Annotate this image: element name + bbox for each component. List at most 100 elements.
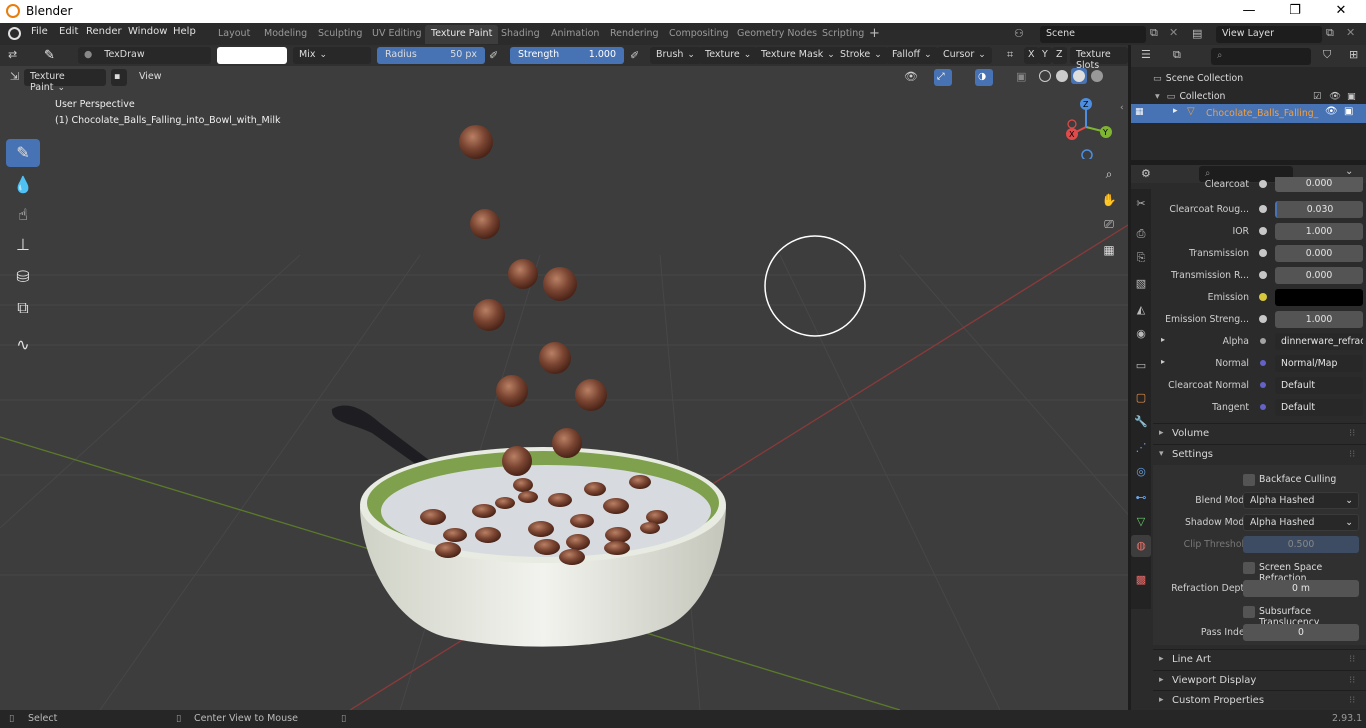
symmetry-icon[interactable]: ⌗ — [1007, 48, 1013, 62]
brush-color-swatch[interactable] — [217, 47, 287, 64]
settings-panel-header[interactable]: ▾ Settings ⁝⁝ — [1153, 444, 1366, 465]
filter-icon[interactable]: ⛉ — [1323, 48, 1331, 62]
ior-field[interactable]: 1.000 — [1275, 223, 1363, 240]
brush-selector[interactable]: ● TexDraw — [78, 47, 211, 64]
render-tab-icon[interactable]: ⎙ — [1131, 223, 1151, 245]
viewport-display-drag-handle-icon[interactable]: ⁝⁝ — [1349, 675, 1355, 686]
new-collection-icon[interactable]: ⊞ — [1349, 48, 1358, 61]
menu-file[interactable]: File — [31, 26, 48, 37]
screen-space-refraction-checkbox[interactable] — [1243, 562, 1255, 574]
collection-expand-icon[interactable]: ▾ — [1155, 91, 1160, 102]
brush-icon[interactable]: ✎ — [44, 48, 55, 63]
properties-editor-type-icon[interactable]: ⚙ — [1141, 167, 1151, 180]
clearcoat-normal-field[interactable]: Default — [1275, 377, 1363, 394]
volume-panel-header[interactable]: ▸ Volume ⁝⁝ — [1153, 423, 1366, 444]
clip-threshold-slider[interactable]: 0.500 — [1243, 536, 1359, 553]
menu-edit[interactable]: Edit — [59, 26, 78, 37]
object-visibility-icon[interactable]: 👁 — [1325, 106, 1338, 117]
output-tab-icon[interactable]: ⎘ — [1131, 247, 1151, 269]
view-layer-icon[interactable]: ▤ — [1192, 27, 1202, 40]
collection-tab-icon[interactable]: ▭ — [1131, 355, 1151, 377]
soften-tool-icon[interactable]: 💧 — [6, 171, 40, 199]
vector-socket-dot[interactable] — [1260, 404, 1266, 410]
alpha-link-field[interactable]: dinnerware_refracti... — [1275, 333, 1363, 350]
blend-mode-dropdown[interactable]: Alpha Hashed ⌄ — [1243, 492, 1359, 509]
texture-dropdown[interactable]: Texture — [699, 47, 758, 64]
3d-viewport[interactable]: ⇄ ✎ ● TexDraw Mix Radius 50 px ✐ Strength… — [0, 45, 1128, 710]
object-expand-icon[interactable]: ▸ — [1173, 106, 1178, 116]
line-art-panel-header[interactable]: ▸ Line Art ⁝⁝ — [1153, 649, 1366, 670]
strength-pressure-icon[interactable]: ✐ — [630, 49, 639, 62]
texture-slots-button[interactable]: Texture Slots — [1070, 47, 1128, 71]
draw-tool-icon[interactable]: ✎ — [6, 139, 40, 167]
tab-scripting[interactable]: Scripting — [816, 25, 870, 44]
falloff-dropdown[interactable]: Falloff — [886, 47, 938, 64]
custom-properties-panel-header[interactable]: ▸ Custom Properties ⁝⁝ — [1153, 690, 1366, 711]
tab-rendering[interactable]: Rendering — [604, 25, 665, 44]
viewport-editor-type-icon[interactable]: ⇲ — [10, 70, 19, 83]
physics-tab-icon[interactable]: ◎ — [1131, 461, 1151, 483]
scene-selector[interactable]: Scene — [1040, 26, 1146, 43]
emission-color-swatch[interactable] — [1275, 289, 1363, 306]
custom-properties-drag-handle-icon[interactable]: ⁝⁝ — [1349, 695, 1355, 706]
line-art-drag-handle-icon[interactable]: ⁝⁝ — [1349, 654, 1355, 665]
object-tab-icon[interactable]: ▢ — [1131, 387, 1151, 409]
cursor-dropdown[interactable]: Cursor — [937, 47, 992, 64]
transmission-field[interactable]: 0.000 — [1275, 245, 1363, 262]
properties-options-icon[interactable]: ⌄ — [1345, 166, 1353, 177]
object-row[interactable]: ▦ ▸ ▽ Chocolate_Balls_Falling_ 👁 ▣ — [1131, 104, 1366, 123]
menu-render[interactable]: Render — [86, 26, 122, 37]
link-socket-dot[interactable] — [1260, 338, 1266, 344]
brush-dropdown[interactable]: Brush — [650, 47, 701, 64]
socket-dot[interactable] — [1259, 180, 1267, 188]
backface-culling-checkbox[interactable] — [1243, 474, 1255, 486]
vector-socket-dot[interactable] — [1260, 382, 1266, 388]
settings-drag-handle-icon[interactable]: ⁝⁝ — [1349, 449, 1355, 460]
socket-dot[interactable] — [1259, 249, 1267, 257]
radius-pressure-icon[interactable]: ✐ — [489, 49, 498, 62]
blend-mode-dropdown[interactable]: Mix — [293, 47, 371, 64]
minimize-button[interactable]: — — [1226, 2, 1272, 20]
camera-view-icon[interactable]: ⎚ — [1098, 213, 1120, 235]
view-layer-tab-icon[interactable]: ▧ — [1131, 273, 1151, 295]
stroke-dropdown[interactable]: Stroke — [834, 47, 888, 64]
refraction-depth-field[interactable]: 0 m — [1243, 580, 1359, 597]
scene-icon[interactable]: ⚇ — [1014, 27, 1024, 40]
socket-dot[interactable] — [1259, 205, 1267, 213]
socket-dot[interactable] — [1259, 271, 1267, 279]
tab-shading[interactable]: Shading — [495, 25, 546, 44]
navigation-gizmo[interactable]: X Y Z — [1056, 97, 1120, 159]
tangent-field[interactable]: Default — [1275, 399, 1363, 416]
wireframe-shading-icon[interactable] — [1039, 70, 1051, 82]
overlay-toggle-icon[interactable]: ◑ — [975, 69, 993, 86]
remove-scene-icon[interactable]: ✕ — [1169, 26, 1178, 39]
scene-collection-row[interactable]: ▭ Scene Collection — [1153, 73, 1243, 84]
collection-checkbox[interactable]: ☑ — [1313, 91, 1321, 102]
normal-link-field[interactable]: Normal/Map — [1275, 355, 1363, 372]
particles-tab-icon[interactable]: ⋰ — [1131, 437, 1151, 459]
mask-tool-icon[interactable]: ⧉ — [6, 294, 40, 322]
tool-tab-icon[interactable]: ✂ — [1131, 193, 1151, 215]
tab-sculpting[interactable]: Sculpting — [312, 25, 368, 44]
solid-shading-icon[interactable] — [1056, 70, 1068, 82]
data-tab-icon[interactable]: ▽ — [1131, 511, 1151, 533]
collection-visibility-icon[interactable]: 👁 — [1329, 91, 1341, 102]
tab-uv-editing[interactable]: UV Editing — [366, 25, 428, 44]
clone-tool-icon[interactable]: ⊥ — [6, 231, 40, 259]
pass-index-field[interactable]: 0 — [1243, 624, 1359, 641]
vector-socket-dot[interactable] — [1260, 360, 1266, 366]
texture-mask-dropdown[interactable]: Texture Mask — [755, 47, 841, 64]
add-workspace-icon[interactable]: + — [869, 26, 880, 41]
transmission-roughness-field[interactable]: 0.000 — [1275, 267, 1363, 284]
blender-menu-icon[interactable] — [8, 27, 21, 40]
visibility-icon[interactable]: 👁 — [904, 70, 918, 83]
mask-toggle[interactable]: ▪ — [111, 69, 127, 86]
remove-view-layer-icon[interactable]: ✕ — [1346, 26, 1355, 39]
maximize-button[interactable]: ❐ — [1272, 2, 1318, 20]
fill-tool-icon[interactable]: ⛁ — [6, 263, 40, 291]
constraints-tab-icon[interactable]: ⊷ — [1131, 487, 1151, 509]
emission-strength-field[interactable]: 1.000 — [1275, 311, 1363, 328]
tab-modeling[interactable]: Modeling — [258, 25, 313, 44]
radius-slider[interactable]: Radius 50 px — [377, 47, 485, 64]
pan-hand-icon[interactable]: ✋ — [1098, 189, 1120, 211]
